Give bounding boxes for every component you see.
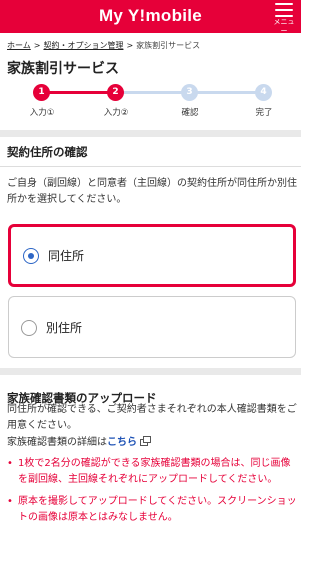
- app-header: My Y!mobile メニュー: [0, 0, 301, 36]
- page-title: 家族割引サービス: [7, 61, 119, 77]
- step-4-circle: 4: [255, 84, 272, 101]
- note-item: • 原本を撮影してアップロードしてください。スクリーンショットの画像は原本とはみな…: [7, 494, 297, 526]
- radio-unselected-icon[interactable]: [21, 320, 37, 336]
- details-link[interactable]: こちら: [107, 437, 137, 448]
- breadcrumb-separator: >: [33, 41, 41, 50]
- step-3-circle: 3: [181, 84, 198, 101]
- upload-description: 同住所が確認できる、ご契約者さまそれぞれの本人確認書類をご用意ください。: [7, 404, 297, 431]
- step-indicator: 1 2 3 4 入力① 入力② 確認 完了: [0, 80, 301, 120]
- note-item: • 1枚で2名分の確認ができる家族確認書類の場合は、同じ画像を副回線、主回線それぞ…: [7, 456, 297, 488]
- step-1-circle: 1: [33, 84, 50, 101]
- note-text: 原本を撮影してアップロードしてください。スクリーンショットの画像は原本とはみなし…: [18, 496, 297, 523]
- breadcrumb-current: 家族割引サービス: [136, 41, 201, 50]
- option-different-address[interactable]: 別住所: [8, 296, 296, 358]
- section-title-address: 契約住所の確認: [7, 145, 88, 159]
- step-connector: [190, 91, 264, 94]
- section-divider: [0, 368, 301, 375]
- menu-button[interactable]: メニュー: [271, 3, 297, 36]
- details-line: 家族確認書類の詳細はこちら: [7, 433, 151, 448]
- section-divider: [0, 130, 301, 137]
- menu-label: メニュー: [273, 18, 295, 35]
- details-text: 家族確認書類の詳細は: [7, 437, 107, 448]
- breadcrumb-home[interactable]: ホーム: [7, 41, 31, 50]
- hamburger-icon: [275, 3, 293, 17]
- breadcrumb-separator: >: [126, 41, 134, 50]
- step-3-label: 確認: [181, 108, 199, 118]
- breadcrumb: ホーム > 契約・オプション管理 > 家族割引サービス: [7, 40, 200, 51]
- external-window-icon[interactable]: [140, 436, 151, 446]
- option-same-address[interactable]: 同住所: [8, 224, 296, 287]
- bullet-icon: •: [7, 496, 13, 507]
- step-connector: [116, 91, 190, 94]
- step-4-label: 完了: [255, 108, 273, 118]
- logo[interactable]: My Y!mobile: [0, 6, 301, 26]
- step-2-circle: 2: [107, 84, 124, 101]
- option-label: 同住所: [48, 249, 85, 263]
- upload-notes: • 1枚で2名分の確認ができる家族確認書類の場合は、同じ画像を副回線、主回線それぞ…: [7, 456, 297, 532]
- option-label: 別住所: [46, 321, 83, 335]
- divider: [0, 166, 301, 167]
- bullet-icon: •: [7, 458, 13, 469]
- breadcrumb-contract-options[interactable]: 契約・オプション管理: [43, 41, 123, 50]
- step-2-label: 入力②: [103, 108, 129, 118]
- radio-selected-icon[interactable]: [23, 248, 39, 264]
- step-1-label: 入力①: [29, 108, 55, 118]
- note-text: 1枚で2名分の確認ができる家族確認書類の場合は、同じ画像を副回線、主回線それぞれ…: [18, 458, 291, 485]
- step-connector: [42, 91, 116, 94]
- address-description: ご自身（副回線）と同意者（主回線）の契約住所が同住所か別住所かを選択してください…: [7, 178, 297, 205]
